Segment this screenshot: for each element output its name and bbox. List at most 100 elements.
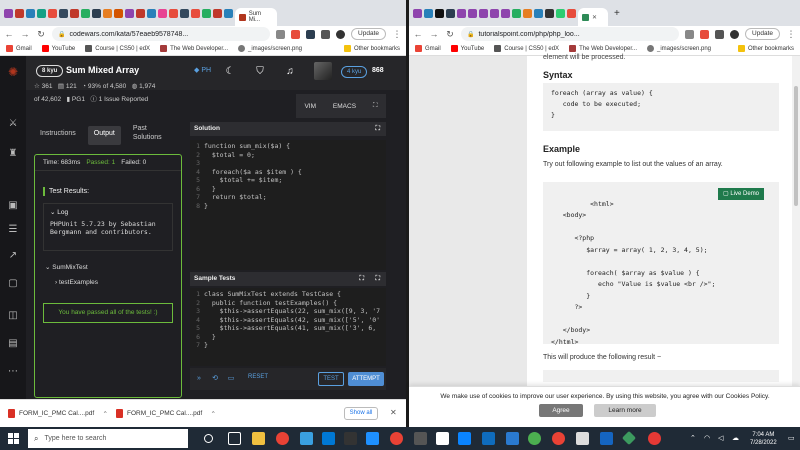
tab-past-solutions[interactable]: Past Solutions [127,121,171,145]
codewars-logo-icon[interactable]: ✺ [7,66,19,78]
tab-favicon[interactable] [523,8,532,18]
extension-icon[interactable] [291,29,301,39]
tab-favicon[interactable] [479,8,488,18]
puzzle-icon[interactable] [715,29,725,39]
other-bookmarks[interactable]: Other bookmarks [737,45,794,52]
tab-favicon[interactable] [169,8,178,18]
volume-icon[interactable]: ◁ [718,434,723,442]
emacs-button[interactable]: EMACS [333,103,356,110]
trending-icon[interactable]: ↗ [7,250,19,262]
app-icon[interactable] [366,432,379,445]
app-icon[interactable] [576,432,589,445]
reload-icon[interactable]: ↻ [36,29,46,39]
edge-icon[interactable] [322,432,335,445]
bookmark-youtube[interactable]: YouTube [41,45,75,52]
scrollbar-thumb[interactable] [794,86,798,206]
bookmark-gmail[interactable]: Gmail [6,45,32,52]
tab-favicon[interactable] [534,8,543,18]
back-icon[interactable]: ← [4,29,14,39]
menu-dots-icon[interactable]: ⋮ [786,29,796,39]
tab-instructions[interactable]: Instructions [34,126,82,145]
tab-favicon[interactable] [435,8,444,18]
chrome-icon[interactable] [390,432,403,445]
tab-favicon[interactable] [556,8,565,18]
scrollbar[interactable] [792,56,800,427]
menu-dots-icon[interactable]: ⋮ [392,29,402,39]
bookmark-youtube[interactable]: YouTube [450,45,484,52]
tab-favicon[interactable] [545,8,554,18]
chat-icon[interactable]: ◫ [7,310,19,322]
discuss-icon[interactable]: ▭ [226,374,236,384]
udemy-app-icon[interactable] [436,432,449,445]
extension-icon[interactable] [306,29,316,39]
training-icon[interactable]: ⚔ [7,118,19,130]
file-explorer-icon[interactable] [252,432,265,445]
app-icon[interactable] [621,430,637,446]
tab-favicon[interactable] [501,8,510,18]
profile-avatar[interactable] [730,29,740,39]
docs-icon[interactable]: ▤ [7,338,19,350]
tab-favicon[interactable] [26,8,35,18]
puzzle-icon[interactable] [321,29,331,39]
app-icon[interactable] [648,432,661,445]
forward-icon[interactable]: → [20,29,30,39]
tab-favicon[interactable] [81,8,90,18]
chevron-up-icon[interactable]: ⌃ [690,434,696,442]
tab-favicon[interactable] [103,8,112,18]
bookmark-screen[interactable]: _images/screen.png [237,45,302,52]
tab-favicon[interactable] [446,8,455,18]
chrome-icon[interactable] [552,432,565,445]
tab-favicon[interactable] [114,8,123,18]
taskbar-search[interactable]: ⌕ Type here to search [28,429,188,448]
author-link[interactable]: PG1 [72,96,85,103]
agree-button[interactable]: Agree [539,404,583,417]
tab-favicon[interactable] [413,8,422,18]
solution-editor[interactable]: 1 function sum_mix($a) {2 $total = 0; 3 4 f… [190,140,386,270]
suite-row[interactable]: ⌄ SumMixTest [45,263,88,271]
windows-start-icon[interactable] [8,433,19,444]
tab-favicon[interactable] [70,8,79,18]
bookmark-edx[interactable]: Course | CS50 | edX [494,45,559,52]
learn-more-button[interactable]: Learn more [594,404,656,417]
profile-avatar[interactable] [336,29,346,39]
reset-button[interactable]: RESET [248,374,268,380]
address-bar[interactable]: 🔒 tutorialspoint.com/php/php_loo... [461,27,680,41]
app-icon[interactable] [300,432,313,445]
live-demo-button[interactable]: ▢ Live Demo [718,188,765,200]
tests-editor[interactable]: 1 class SumMixTest extends TestCase {2 pu… [190,288,386,366]
tab-favicon[interactable] [424,8,433,18]
tab-favicon[interactable] [512,8,521,18]
extension-icon[interactable] [276,29,286,39]
ph-language-label[interactable]: ◆ PH [194,66,211,74]
bookmark-edx[interactable]: Course | CS50 | edX [85,45,150,52]
tab-output[interactable]: Output [87,126,121,145]
vim-button[interactable]: VIM [304,103,316,110]
show-all-button[interactable]: Show all [344,407,378,420]
tab-favicon[interactable] [4,8,13,18]
update-button[interactable]: Update [351,28,386,40]
vscode-icon[interactable] [506,432,519,445]
back-icon[interactable]: ← [413,29,423,39]
dark-mode-icon[interactable]: ☾ [224,66,236,78]
attempt-button[interactable]: ATTEMPT [348,372,384,386]
chrome-icon[interactable] [276,432,289,445]
download-item[interactable]: FORM_IC_PMC Cal....pdf ⌃ [116,409,216,418]
case-row[interactable]: › testExamples [55,279,98,286]
notifications-icon[interactable]: ♫ [284,66,296,78]
tab-favicon[interactable] [125,8,134,18]
tab-favicon[interactable] [191,8,200,18]
bookmark-gmail[interactable]: Gmail [415,45,441,52]
star-icon[interactable]: ☆ [34,83,40,90]
expand-icon[interactable]: ⛶ [375,122,380,136]
tab-favicon[interactable] [37,8,46,18]
extension-icon[interactable] [700,29,710,39]
tab-favicon[interactable] [147,8,156,18]
expand-icon[interactable]: ⛶ [375,272,380,286]
fast-forward-icon[interactable]: » [194,374,204,384]
update-button[interactable]: Update [745,28,780,40]
cortana-icon[interactable] [204,434,213,443]
chevron-up-icon[interactable]: ⌃ [211,410,216,418]
tab-favicon[interactable] [15,8,24,18]
new-tab-icon[interactable]: + [614,8,620,19]
onedrive-icon[interactable]: ☁ [732,434,739,442]
